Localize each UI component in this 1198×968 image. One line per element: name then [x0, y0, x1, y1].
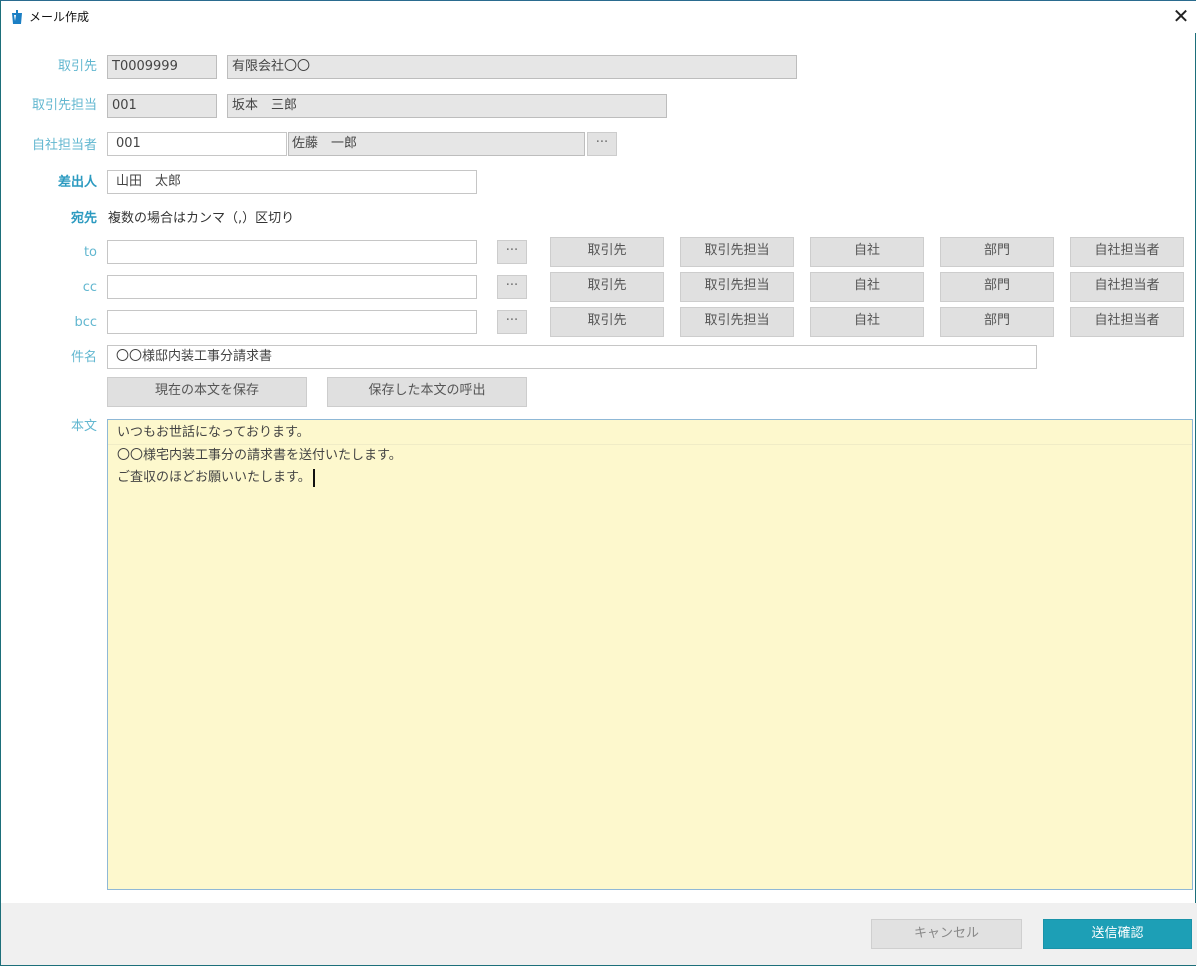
bcc-company-button[interactable]: 自社 [810, 307, 924, 337]
body-line-last: ご査収のほどお願いいたします。 [108, 467, 1192, 489]
bcc-input[interactable] [107, 310, 477, 334]
company-staff-name-field: 佐藤 一郎 [288, 132, 585, 156]
footer-bar: キャンセル 送信確認 [1, 903, 1197, 965]
cc-department-button[interactable]: 部門 [940, 272, 1054, 302]
customer-name-field: 有限会社〇〇 [227, 55, 797, 79]
to-input[interactable] [107, 240, 477, 264]
sender-label: 差出人 [57, 175, 97, 190]
body-textarea[interactable]: いつもお世話になっております。 〇〇様宅内装工事分の請求書を送付いたします。 ご… [107, 419, 1193, 890]
bcc-company-staff-button[interactable]: 自社担当者 [1070, 307, 1184, 337]
company-staff-label: 自社担当者 [31, 138, 97, 153]
cc-customer-button[interactable]: 取引先 [550, 272, 664, 302]
bcc-lookup-button[interactable]: ··· [497, 310, 527, 334]
recipients-hint: 複数の場合はカンマ（,）区切り [108, 211, 295, 226]
window-title: メール作成 [29, 10, 90, 24]
body-line: 〇〇様宅内装工事分の請求書を送付いたします。 [117, 448, 402, 463]
bcc-customer-button[interactable]: 取引先 [550, 307, 664, 337]
sender-input[interactable]: 山田 太郎 [107, 170, 477, 194]
body-label: 本文 [70, 419, 97, 434]
bcc-customer-contact-button[interactable]: 取引先担当 [680, 307, 794, 337]
cc-label: cc [82, 280, 97, 295]
to-lookup-button[interactable]: ··· [497, 240, 527, 264]
cc-company-staff-button[interactable]: 自社担当者 [1070, 272, 1184, 302]
title-bar: メール作成 ✕ [1, 1, 1197, 33]
cc-lookup-button[interactable]: ··· [497, 275, 527, 299]
save-body-button[interactable]: 現在の本文を保存 [107, 377, 307, 407]
cc-input[interactable] [107, 275, 477, 299]
to-customer-button[interactable]: 取引先 [550, 237, 664, 267]
cc-customer-contact-button[interactable]: 取引先担当 [680, 272, 794, 302]
body-line: いつもお世話になっております。 [108, 422, 1192, 445]
customer-contact-code-field: 001 [107, 94, 217, 118]
bcc-department-button[interactable]: 部門 [940, 307, 1054, 337]
recall-body-button[interactable]: 保存した本文の呼出 [327, 377, 527, 407]
customer-code-field: T0009999 [107, 55, 217, 79]
subject-input[interactable]: 〇〇様邸内装工事分請求書 [107, 345, 1037, 369]
mail-compose-window: メール作成 ✕ 取引先 T0009999 有限会社〇〇 取引先担当 001 坂本… [0, 0, 1197, 966]
bcc-label: bcc [74, 315, 97, 330]
subject-label: 件名 [70, 350, 97, 365]
to-customer-contact-button[interactable]: 取引先担当 [680, 237, 794, 267]
to-department-button[interactable]: 部門 [940, 237, 1054, 267]
body-line-text: ご査収のほどお願いいたします。 [117, 470, 311, 485]
cc-company-button[interactable]: 自社 [810, 272, 924, 302]
send-confirm-button[interactable]: 送信確認 [1043, 919, 1192, 949]
customer-contact-name-field: 坂本 三郎 [227, 94, 667, 118]
company-staff-code-input[interactable]: 001 [107, 132, 287, 156]
to-company-staff-button[interactable]: 自社担当者 [1070, 237, 1184, 267]
cancel-button[interactable]: キャンセル [871, 919, 1022, 949]
recipients-label: 宛先 [70, 211, 97, 226]
customer-label: 取引先 [57, 59, 97, 74]
company-staff-lookup-button[interactable]: ··· [587, 132, 617, 156]
document-app-icon [12, 10, 22, 24]
customer-contact-label: 取引先担当 [31, 98, 97, 113]
text-caret [312, 468, 315, 487]
to-company-button[interactable]: 自社 [810, 237, 924, 267]
to-label: to [83, 245, 97, 260]
close-icon[interactable]: ✕ [1167, 3, 1195, 31]
